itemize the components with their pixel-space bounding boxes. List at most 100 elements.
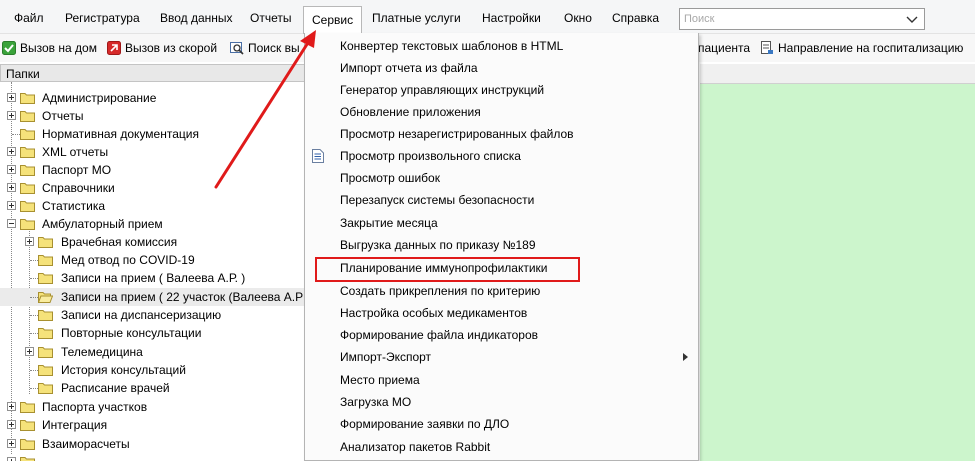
tree-item-appointments-valeeva[interactable]: Записи на прием ( Валеева А.Р. ) [0, 269, 313, 287]
menu-item-label: Формирование файла индикаторов [340, 328, 538, 342]
patient-button[interactable]: пациента [698, 39, 750, 57]
expand-icon[interactable] [7, 165, 16, 174]
tree-item-label: Расписание врачей [61, 381, 170, 395]
expand-icon[interactable] [7, 111, 16, 120]
tree-item-partial[interactable] [0, 453, 313, 461]
tree-item-label: XML отчеты [42, 145, 109, 159]
tree-item-label: Взаиморасчеты [42, 437, 130, 451]
menu-window[interactable]: Окно [556, 8, 600, 28]
tree-item-xml-reports[interactable]: XML отчеты [0, 143, 313, 161]
menu-item-unregistered-files[interactable]: Просмотр незарегистрированных файлов [305, 123, 698, 145]
tree-item-label: Записи на прием ( Валеева А.Р. ) [61, 271, 246, 285]
collapse-icon[interactable] [7, 219, 16, 228]
menu-item-special-medications[interactable]: Настройка особых медикаментов [305, 302, 698, 324]
tree-line [30, 388, 38, 389]
tree-item-settlements[interactable]: Взаиморасчеты [0, 435, 313, 453]
tree-item-statistics[interactable]: Статистика [0, 197, 313, 215]
tree-item-mo-passport[interactable]: Паспорт МО [0, 161, 313, 179]
hospital-referral-button[interactable]: Направление на госпитализацию [760, 39, 963, 57]
menu-item-label: Импорт-Экспорт [340, 350, 432, 364]
tree-item-label: Мед отвод по COVID-19 [61, 253, 195, 267]
expand-icon[interactable] [7, 420, 16, 429]
referral-icon [761, 41, 773, 54]
tree-item-telemedicine[interactable]: Телемедицина [0, 343, 313, 361]
tree-item-label: Нормативная документация [42, 127, 199, 141]
menu-item-create-attachments[interactable]: Создать прикрепления по критерию [305, 280, 698, 302]
menu-item-label: Выгрузка данных по приказу №189 [340, 238, 536, 252]
expand-icon[interactable] [7, 457, 16, 461]
menu-item-close-month[interactable]: Закрытие месяца [305, 212, 698, 234]
tree-item-label: Паспорта участков [42, 400, 148, 414]
search-input[interactable] [680, 9, 900, 29]
expand-icon[interactable] [7, 402, 16, 411]
menu-item-view-errors[interactable]: Просмотр ошибок [305, 167, 698, 189]
menu-item-instruction-generator[interactable]: Генератор управляющих инструкций [305, 79, 698, 101]
expand-icon[interactable] [7, 439, 16, 448]
menu-item-label: Загрузка МО [340, 395, 412, 409]
tree-item-label: Записи на диспансеризацию [61, 308, 222, 322]
menu-item-indicators-file[interactable]: Формирование файла индикаторов [305, 324, 698, 346]
menu-service[interactable]: Сервис [303, 6, 363, 34]
home-visit-button[interactable]: Вызов на дом [2, 39, 97, 57]
tree-item-dispensary-appointments[interactable]: Записи на диспансеризацию [0, 306, 313, 324]
menu-item-html-template-converter[interactable]: Конвертер текстовых шаблонов в HTML [305, 35, 698, 57]
tree-item-administration[interactable]: Администрирование [0, 89, 313, 107]
menu-item-reception-place[interactable]: Место приема [305, 369, 698, 391]
menu-item-label: Создать прикрепления по критерию [340, 284, 541, 298]
menu-item-label: Просмотр незарегистрированных файлов [340, 127, 574, 141]
tree-item-district-passports[interactable]: Паспорта участков [0, 398, 313, 416]
tree-line [30, 333, 38, 334]
menu-registry[interactable]: Регистратура [57, 8, 148, 28]
tree-item-label: Интеграция [42, 418, 108, 432]
menu-item-load-mo[interactable]: Загрузка МО [305, 391, 698, 413]
menu-data-entry[interactable]: Ввод данных [152, 8, 241, 28]
tree-item-appointments-district-22[interactable]: Записи на прием ( 22 участок (Валеева А.… [0, 288, 313, 306]
chevron-down-icon[interactable] [905, 11, 919, 27]
menu-item-export-order-189[interactable]: Выгрузка данных по приказу №189 [305, 234, 698, 256]
ambulance-call-button[interactable]: Вызов из скорой [107, 39, 217, 57]
tree-line [30, 315, 38, 316]
tree-item-integration[interactable]: Интеграция [0, 416, 313, 434]
expand-icon[interactable] [7, 93, 16, 102]
tree-item-reports[interactable]: Отчеты [0, 107, 313, 125]
folder-icon [20, 93, 35, 104]
search-box[interactable] [679, 8, 925, 30]
tree-item-covid-exemption[interactable]: Мед отвод по COVID-19 [0, 251, 313, 269]
menu-item-label: Место приема [340, 373, 420, 387]
content-tabstrip [700, 64, 975, 84]
tree-item-outpatient[interactable]: Амбулаторный прием [0, 215, 313, 233]
menu-item-rabbit-analyzer[interactable]: Анализатор пакетов Rabbit [305, 436, 698, 458]
search-window-icon [230, 42, 244, 55]
menu-file[interactable]: Файл [6, 8, 52, 28]
tree-item-normative-docs[interactable]: Нормативная документация [0, 125, 313, 143]
expand-icon[interactable] [7, 183, 16, 192]
menu-item-import-report[interactable]: Импорт отчета из файла [305, 57, 698, 79]
folder-icon [38, 310, 53, 321]
tree-item-doctor-schedule[interactable]: Расписание врачей [0, 379, 313, 397]
tree-item-consultation-history[interactable]: История консультаций [0, 361, 313, 379]
menu-item-arbitrary-list[interactable]: Просмотр произвольного списка [305, 145, 698, 167]
menu-item-dlo-request[interactable]: Формирование заявки по ДЛО [305, 413, 698, 435]
menu-item-update-app[interactable]: Обновление приложения [305, 101, 698, 123]
menu-settings[interactable]: Настройки [474, 8, 549, 28]
menu-item-import-export[interactable]: Импорт-Экспорт [305, 346, 698, 368]
menu-paid-services[interactable]: Платные услуги [364, 8, 469, 28]
tree-line [30, 278, 38, 279]
tree-item-medical-commission[interactable]: Врачебная комиссия [0, 233, 313, 251]
folder-icon [20, 129, 35, 140]
expand-icon[interactable] [7, 147, 16, 156]
tree-item-directories[interactable]: Справочники [0, 179, 313, 197]
expand-icon[interactable] [25, 237, 34, 246]
tree-item-repeat-consultations[interactable]: Повторные консультации [0, 324, 313, 342]
folder-icon [20, 201, 35, 212]
menu-help[interactable]: Справка [604, 8, 667, 28]
document-list-icon [312, 149, 324, 163]
menu-reports[interactable]: Отчеты [242, 8, 299, 28]
tree-item-label: Отчеты [42, 109, 84, 123]
tree-item-label: История консультаций [61, 363, 186, 377]
expand-icon[interactable] [25, 347, 34, 356]
menu-item-restart-security[interactable]: Перезапуск системы безопасности [305, 189, 698, 211]
tree-item-label: Администрирование [42, 91, 157, 105]
search-button[interactable]: Поиск вы [230, 39, 300, 57]
expand-icon[interactable] [7, 201, 16, 210]
